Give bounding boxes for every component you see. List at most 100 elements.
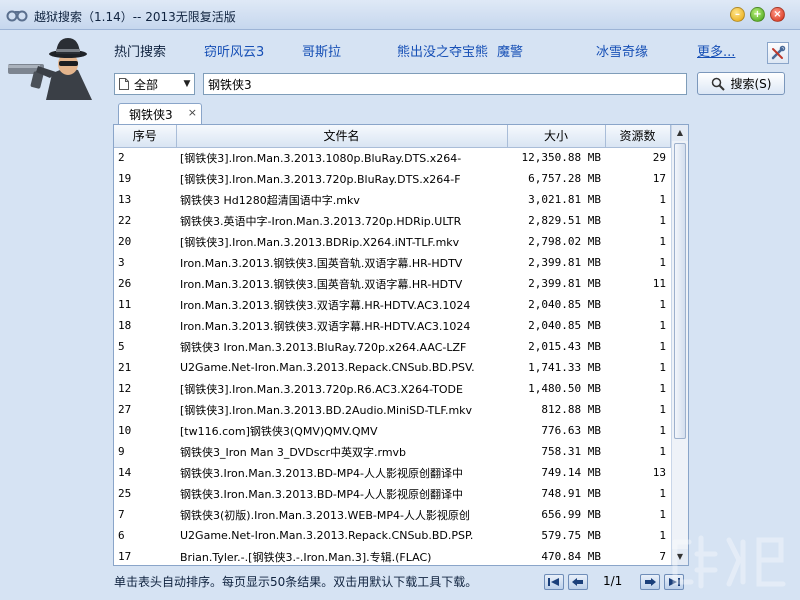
row-number: 26 <box>118 277 132 290</box>
tab-label: 钢铁侠3 <box>129 107 173 122</box>
more-link[interactable]: 更多... <box>697 41 735 60</box>
search-button[interactable]: 搜索(S) <box>697 72 785 95</box>
row-number: 11 <box>118 298 132 311</box>
previous-page-button[interactable] <box>568 574 588 590</box>
row-size: 12,350.88 MB <box>521 151 601 165</box>
column-header-number[interactable]: 序号 <box>114 125 177 148</box>
row-sources: 1 <box>659 340 666 353</box>
table-row[interactable]: 17 Brian.Tyler.-.[钢铁侠3.-.Iron.Man.3].专辑.(… <box>114 546 670 565</box>
search-button-label: 搜索(S) <box>730 77 772 91</box>
table-row[interactable]: 18 Iron.Man.3.2013.钢铁侠3.双语字幕.HR-HDTV.AC3.… <box>114 315 670 336</box>
row-number: 25 <box>118 487 132 500</box>
scope-dropdown[interactable]: 全部 ▼ <box>114 73 195 95</box>
table-row[interactable]: 20 [钢铁侠3].Iron.Man.3.2013.BDRip.X264.iNT-… <box>114 231 670 252</box>
row-sources: 17 <box>652 172 666 185</box>
table-row[interactable]: 14 钢铁侠3.Iron.Man.3.2013.BD-MP4-人人影视原创翻译中 7… <box>114 462 670 483</box>
table-row[interactable]: 26 Iron.Man.3.2013.钢铁侠3.国英音轨.双语字幕.HR-HDTV… <box>114 273 670 294</box>
row-number: 13 <box>118 193 132 206</box>
table-row[interactable]: 22 钢铁侠3.英语中字-Iron.Man.3.2013.720p.HDRip.U… <box>114 210 670 231</box>
column-header-sources[interactable]: 资源数 <box>605 125 671 148</box>
row-size: 2,015.43 MB <box>528 340 601 353</box>
row-number: 3 <box>118 256 125 269</box>
table-row[interactable]: 11 Iron.Man.3.2013.钢铁侠3.双语字幕.HR-HDTV.AC3.… <box>114 294 670 315</box>
table-row[interactable]: 12 [钢铁侠3].Iron.Man.3.2013.720p.R6.AC3.X26… <box>114 378 670 399</box>
row-sources: 1 <box>659 487 666 500</box>
previous-page-icon <box>572 578 583 586</box>
row-size: 758.31 MB <box>541 445 601 458</box>
next-page-button[interactable] <box>640 574 660 590</box>
row-filename: [钢铁侠3].Iron.Man.3.2013.1080p.BluRay.DTS.… <box>180 151 462 165</box>
table-row[interactable]: 6 U2Game.Net-Iron.Man.3.2013.Repack.CNSub… <box>114 525 670 546</box>
magnifier-icon <box>711 77 725 91</box>
row-size: 656.99 MB <box>541 508 601 521</box>
table-row[interactable]: 10 [tw116.com]钢铁侠3(QMV)QMV.QMV 776.63 MB 1 <box>114 420 670 441</box>
hot-link-1[interactable]: 窃听风云3 <box>204 41 264 60</box>
results-table: 序号 文件名 大小 资源数 2 [钢铁侠3].Iron.Man.3.2013.10… <box>114 125 671 565</box>
scroll-up-icon[interactable]: ▲ <box>672 125 688 141</box>
row-size: 2,040.85 MB <box>528 298 601 311</box>
row-size: 748.91 MB <box>541 487 601 500</box>
hot-link-2[interactable]: 哥斯拉 <box>302 41 341 60</box>
row-filename: 钢铁侠3_Iron Man 3_DVDscr中英双字.rmvb <box>180 445 407 459</box>
first-page-button[interactable] <box>544 574 564 590</box>
table-row[interactable]: 21 U2Game.Net-Iron.Man.3.2013.Repack.CNSu… <box>114 357 670 378</box>
settings-tools-icon <box>771 45 786 60</box>
row-sources: 11 <box>652 277 666 290</box>
row-number: 2 <box>118 151 125 165</box>
row-sources: 1 <box>659 298 666 311</box>
row-sources: 7 <box>659 550 666 563</box>
row-number: 12 <box>118 382 132 395</box>
row-size: 3,021.81 MB <box>528 193 601 206</box>
table-row[interactable]: 19 [钢铁侠3].Iron.Man.3.2013.720p.BluRay.DTS… <box>114 168 670 189</box>
row-filename: 钢铁侠3.Iron.Man.3.2013.BD-MP4-人人影视原创翻译中 <box>180 487 463 501</box>
tab-close-icon[interactable]: × <box>188 106 197 119</box>
table-row[interactable]: 13 钢铁侠3 Hd1280超清国语中字.mkv 3,021.81 MB 1 <box>114 189 670 210</box>
row-size: 2,399.81 MB <box>528 256 601 269</box>
row-sources: 1 <box>659 361 666 374</box>
row-filename: Iron.Man.3.2013.钢铁侠3.双语字幕.HR-HDTV.AC3.10… <box>180 298 471 312</box>
results-panel: 序号 文件名 大小 资源数 2 [钢铁侠3].Iron.Man.3.2013.10… <box>113 124 689 566</box>
table-row[interactable]: 27 [钢铁侠3].Iron.Man.3.2013.BD.2Audio.MiniS… <box>114 399 670 420</box>
row-filename: 钢铁侠3.Iron.Man.3.2013.BD-MP4-人人影视原创翻译中 <box>180 466 463 480</box>
search-input[interactable] <box>203 73 687 95</box>
row-number: 27 <box>118 403 132 416</box>
close-icon: × <box>773 8 782 20</box>
hot-search-label: 热门搜索 <box>114 45 167 60</box>
close-button[interactable]: × <box>770 7 785 22</box>
row-filename: Brian.Tyler.-.[钢铁侠3.-.Iron.Man.3].专辑.(FL… <box>180 550 432 564</box>
row-filename: U2Game.Net-Iron.Man.3.2013.Repack.CNSub.… <box>180 529 474 542</box>
table-row[interactable]: 3 Iron.Man.3.2013.钢铁侠3.国英音轨.双语字幕.HR-HDTV 2… <box>114 252 670 273</box>
row-number: 7 <box>118 508 125 521</box>
table-row[interactable]: 25 钢铁侠3.Iron.Man.3.2013.BD-MP4-人人影视原创翻译中 7… <box>114 483 670 504</box>
window-title: 越狱搜索（1.14）-- 2013无限复活版 <box>34 10 236 24</box>
title-bar[interactable]: 越狱搜索（1.14）-- 2013无限复活版 – + × <box>0 0 800 30</box>
row-filename: [钢铁侠3].Iron.Man.3.2013.BDRip.X264.iNT-TL… <box>180 235 460 249</box>
table-row[interactable]: 9 钢铁侠3_Iron Man 3_DVDscr中英双字.rmvb 758.31 M… <box>114 441 670 462</box>
row-number: 22 <box>118 214 132 227</box>
row-filename: Iron.Man.3.2013.钢铁侠3.国英音轨.双语字幕.HR-HDTV <box>180 256 463 270</box>
column-header-size[interactable]: 大小 <box>507 125 606 148</box>
maximize-button[interactable]: + <box>750 7 765 22</box>
hot-link-5[interactable]: 冰雪奇缘 <box>596 41 648 60</box>
hot-link-4[interactable]: 魔警 <box>497 41 523 60</box>
row-filename: 钢铁侠3 Hd1280超清国语中字.mkv <box>180 193 360 207</box>
row-sources: 1 <box>659 256 666 269</box>
column-header-filename[interactable]: 文件名 <box>176 125 508 148</box>
table-row[interactable]: 5 钢铁侠3 Iron.Man.3.2013.BluRay.720p.x264.A… <box>114 336 670 357</box>
row-sources: 29 <box>652 151 666 165</box>
settings-button[interactable] <box>767 42 789 64</box>
vertical-scrollbar[interactable]: ▲ ▼ <box>671 125 688 565</box>
minimize-button[interactable]: – <box>730 7 745 22</box>
tab-results[interactable]: 钢铁侠3 × <box>118 103 202 124</box>
scrollbar-thumb[interactable] <box>674 143 686 439</box>
row-sources: 1 <box>659 235 666 248</box>
table-row[interactable]: 2 [钢铁侠3].Iron.Man.3.2013.1080p.BluRay.DTS… <box>114 147 670 168</box>
row-size: 1,741.33 MB <box>528 361 601 374</box>
hot-link-3[interactable]: 熊出没之夺宝熊 <box>397 41 488 60</box>
table-row[interactable]: 7 钢铁侠3(初版).Iron.Man.3.2013.WEB-MP4-人人影视原创… <box>114 504 670 525</box>
row-size: 812.88 MB <box>541 403 601 416</box>
row-number: 21 <box>118 361 132 374</box>
row-number: 10 <box>118 424 132 437</box>
row-sources: 1 <box>659 424 666 437</box>
row-sources: 1 <box>659 445 666 458</box>
